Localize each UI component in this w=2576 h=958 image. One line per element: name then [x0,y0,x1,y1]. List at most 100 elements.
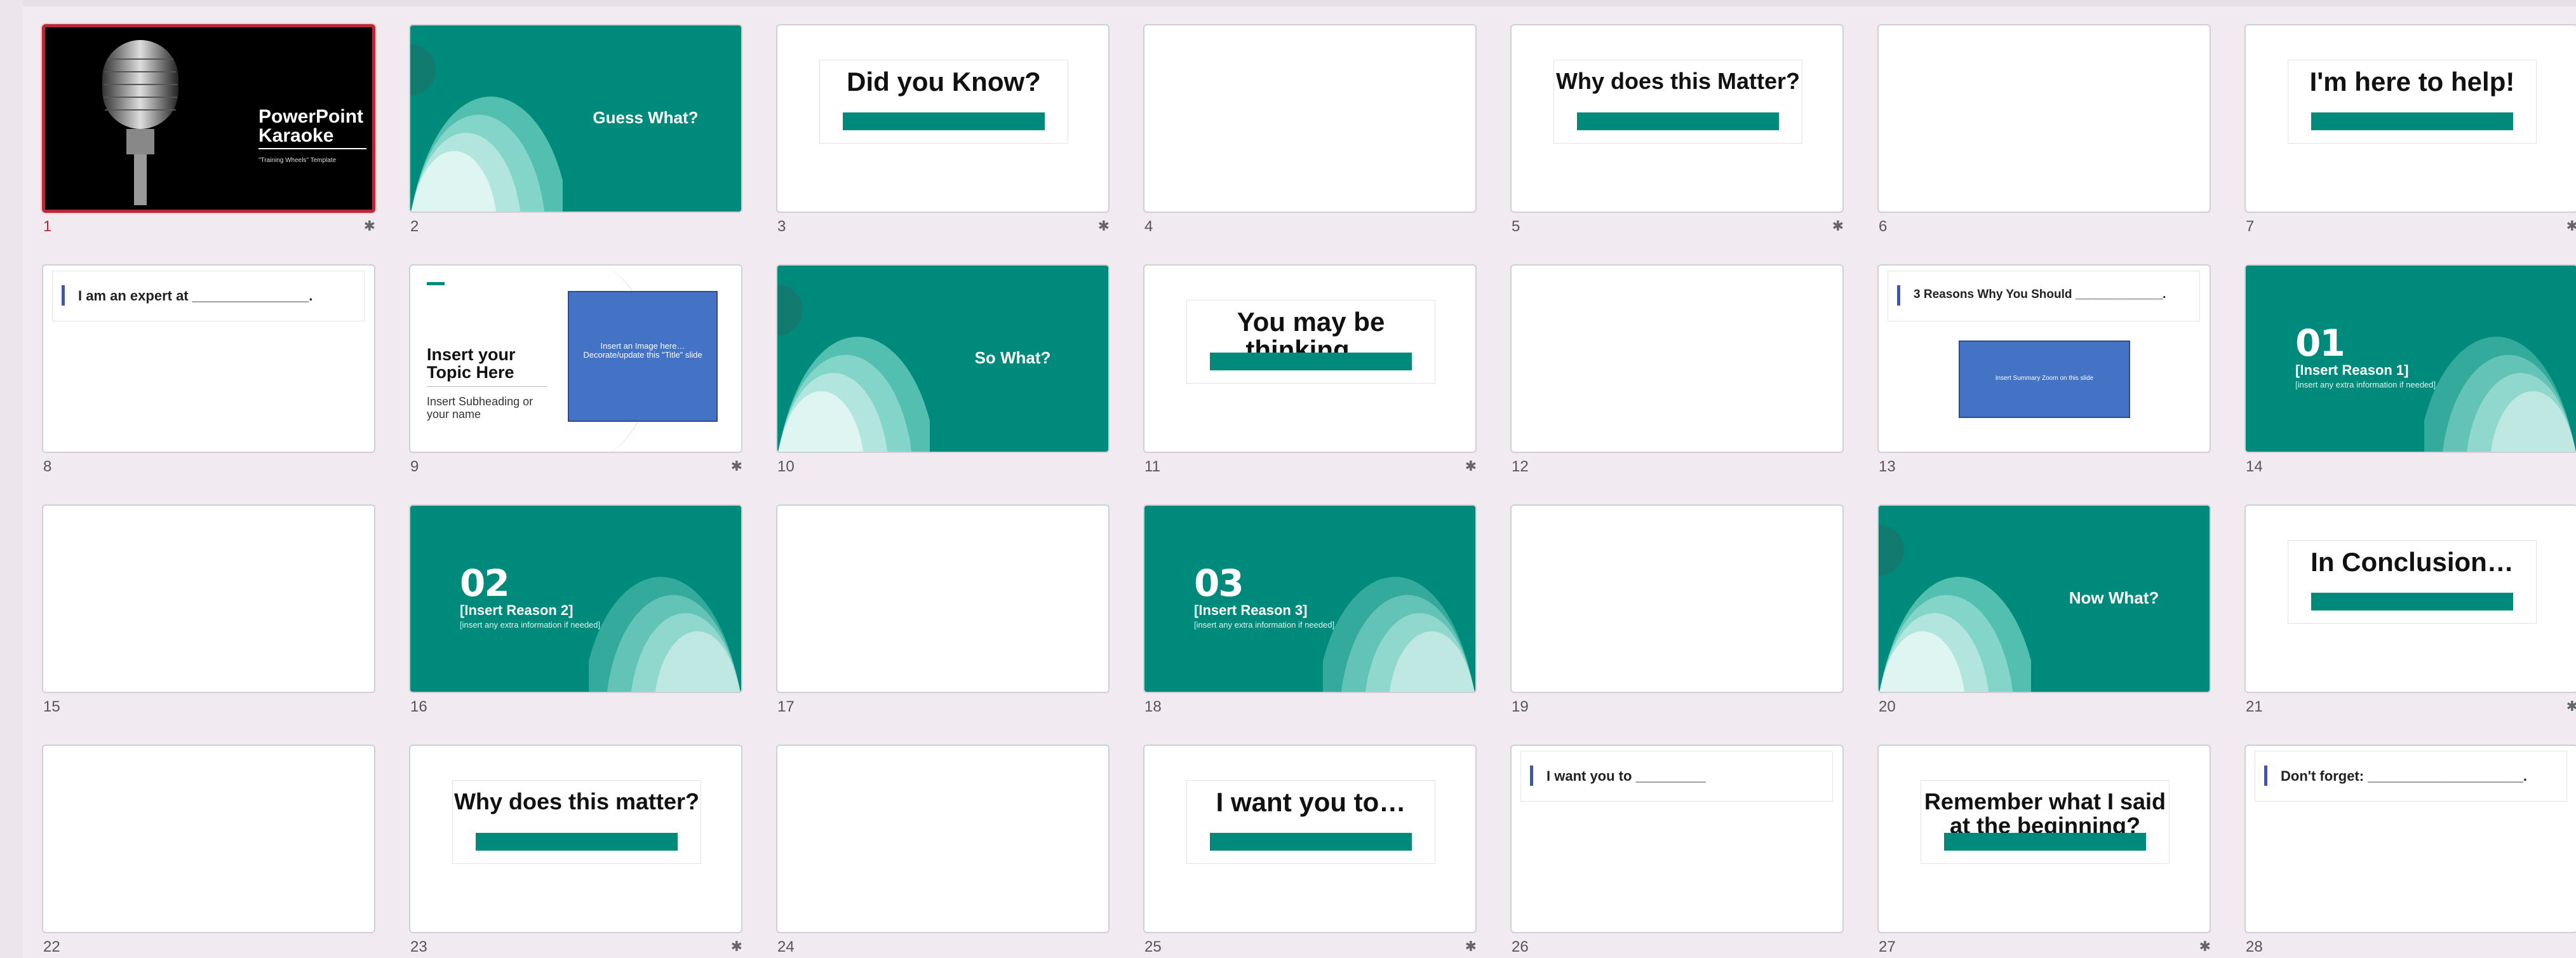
slide-preview[interactable]: Why does this matter? [409,745,742,933]
slide-thumbnail-1[interactable]: PowerPoint Karaoke "Training Wheels" Tem… [42,24,375,237]
slide-number: 3 [777,218,786,235]
animation-star-icon[interactable]: ✱ [364,218,375,234]
slide-preview[interactable] [1877,24,2211,213]
slide-thumbnail-22[interactable]: 22 [42,745,375,957]
slide-preview[interactable]: You may be thinking… [1143,264,1477,453]
slide-preview[interactable]: 3 Reasons Why You Should _____________. … [1877,264,2211,453]
microphone-image [102,40,178,205]
slide-thumbnail-21[interactable]: In Conclusion… 21 ✱ [2244,504,2576,717]
slide-thumbnail-15[interactable]: 15 [42,504,375,717]
slide-preview[interactable]: 01 [Insert Reason 1] [insert any extra i… [2244,264,2576,453]
slide-thumbnail-11[interactable]: You may be thinking… 11 ✱ [1143,264,1477,477]
slide-thumbnail-10[interactable]: So What? 10 [776,264,1110,477]
slide-number: 6 [1879,218,1888,235]
slide-preview[interactable]: 03 [Insert Reason 3] [insert any extra i… [1143,504,1477,693]
animation-star-icon[interactable]: ✱ [1832,218,1844,234]
summary-zoom-placeholder: Insert Summary Zoom on this slide [1959,341,2130,418]
slide-title: Why does this Matter? [1555,68,1801,94]
slide-thumbnail-18[interactable]: 03 [Insert Reason 3] [insert any extra i… [1143,504,1477,717]
title-accent-bar [1944,833,2146,851]
slide-preview[interactable]: PowerPoint Karaoke "Training Wheels" Tem… [42,24,375,213]
slide-preview[interactable] [1510,504,1844,693]
slide-thumbnail-12[interactable]: 12 [1510,264,1844,477]
slide-preview[interactable]: 02 [Insert Reason 2] [insert any extra i… [409,504,742,693]
summary-zoom-text: Insert Summary Zoom on this slide [1995,375,2094,382]
slide-preview[interactable]: Why does this Matter? [1510,24,1844,213]
slide-preview[interactable] [42,745,375,933]
slide-thumbnail-16[interactable]: 02 [Insert Reason 2] [insert any extra i… [409,504,742,717]
slide-thumbnail-4[interactable]: 4 [1143,24,1477,237]
slide-thumbnail-20[interactable]: Now What? 20 [1877,504,2211,717]
animation-star-icon[interactable]: ✱ [1465,938,1477,955]
slide-thumbnail-6[interactable]: 6 [1877,24,2211,237]
slide-preview[interactable]: Insert your Topic Here Insert Subheading… [409,264,742,453]
slide-preview[interactable]: In Conclusion… [2244,504,2576,693]
slide-thumbnail-3[interactable]: Did you Know? 3 ✱ [776,24,1110,237]
petal-decoration [1323,577,1475,692]
reason-subtitle: [insert any extra information if needed] [2295,380,2436,389]
slide-preview[interactable] [776,504,1110,693]
slide-thumbnail-28[interactable]: Don't forget: ____________________. 28 [2244,745,2576,957]
label-box: I am an expert at _______________. [52,271,365,321]
slide-number: 5 [1512,218,1520,235]
animation-star-icon[interactable]: ✱ [731,938,742,955]
slide-thumbnail-26[interactable]: I want you to _________ 26 [1510,745,1844,957]
slide-preview[interactable] [1143,24,1477,213]
title-accent-bar [1210,353,1412,370]
slide-preview[interactable]: Now What? [1877,504,2211,693]
slide-sorter: PowerPoint Karaoke "Training Wheels" Tem… [0,0,2576,958]
slide-preview[interactable]: Remember what I said at the beginning? [1877,745,2211,933]
slide-number: 15 [43,698,60,715]
slide-preview[interactable]: Guess What? [409,24,742,213]
slide-title: I want you to… [1216,787,1406,817]
animation-star-icon[interactable]: ✱ [2566,218,2576,234]
slide-preview[interactable]: So What? [776,264,1110,453]
slide-preview[interactable]: I want you to… [1143,745,1477,933]
label-accent-bar [1897,285,1900,306]
animation-star-icon[interactable]: ✱ [1098,218,1110,234]
animation-star-icon[interactable]: ✱ [1465,458,1477,475]
slide-preview[interactable]: I want you to _________ [1510,745,1844,933]
slide-thumbnail-13[interactable]: 3 Reasons Why You Should _____________. … [1877,264,2211,477]
slide-preview[interactable]: I'm here to help! [2244,24,2576,213]
slide-thumbnail-8[interactable]: I am an expert at _______________. 8 [42,264,375,477]
slide-number: 8 [43,458,52,475]
animation-star-icon[interactable]: ✱ [2566,698,2576,715]
slide-title: In Conclusion… [2311,547,2514,577]
label-box: 3 Reasons Why You Should _____________. [1888,271,2200,321]
slide-thumbnail-17[interactable]: 17 [776,504,1110,717]
slide-thumbnail-14[interactable]: 01 [Insert Reason 1] [insert any extra i… [2244,264,2576,477]
reason-number: 03 [1194,562,1244,605]
slide-preview[interactable] [1510,264,1844,453]
slide-preview[interactable] [776,745,1110,933]
slide-preview[interactable]: Did you Know? [776,24,1110,213]
slide-title: I'm here to help! [2309,67,2515,97]
slide-thumbnail-7[interactable]: I'm here to help! 7 ✱ [2244,24,2576,237]
slide-title: PowerPoint Karaoke [258,106,364,146]
slide-number: 7 [2246,218,2255,235]
title-accent-bar [2311,593,2513,611]
animation-star-icon[interactable]: ✱ [731,458,742,475]
slide-thumbnail-27[interactable]: Remember what I said at the beginning? 2… [1877,745,2211,957]
slide-number: 17 [777,698,795,715]
title-box: I'm here to help! [2288,60,2537,144]
slide-number: 12 [1512,458,1529,475]
slide-thumbnail-23[interactable]: Why does this matter? 23 ✱ [409,745,742,957]
slide-thumbnail-19[interactable]: 19 [1510,504,1844,717]
slide-thumbnail-24[interactable]: 24 [776,745,1110,957]
slide-title: Why does this matter? [453,788,700,814]
slide-thumbnail-25[interactable]: I want you to… 25 ✱ [1143,745,1477,957]
slide-preview[interactable]: Don't forget: ____________________. [2244,745,2576,933]
slide-preview[interactable]: I am an expert at _______________. [42,264,375,453]
animation-star-icon[interactable]: ✱ [2199,938,2211,955]
slide-thumbnail-9[interactable]: Insert your Topic Here Insert Subheading… [409,264,742,477]
slide-thumbnail-5[interactable]: Why does this Matter? 5 ✱ [1510,24,1844,237]
slide-title: Insert your Topic Here [427,345,516,382]
top-edge [23,0,2576,6]
slide-preview[interactable] [42,504,375,693]
label-box: I want you to _________ [1520,751,1833,802]
slide-label: I am an expert at _______________. [78,288,313,304]
slide-thumbnail-2[interactable]: Guess What? 2 [409,24,742,237]
label-accent-bar [1530,766,1533,786]
accent-dash [427,282,445,285]
